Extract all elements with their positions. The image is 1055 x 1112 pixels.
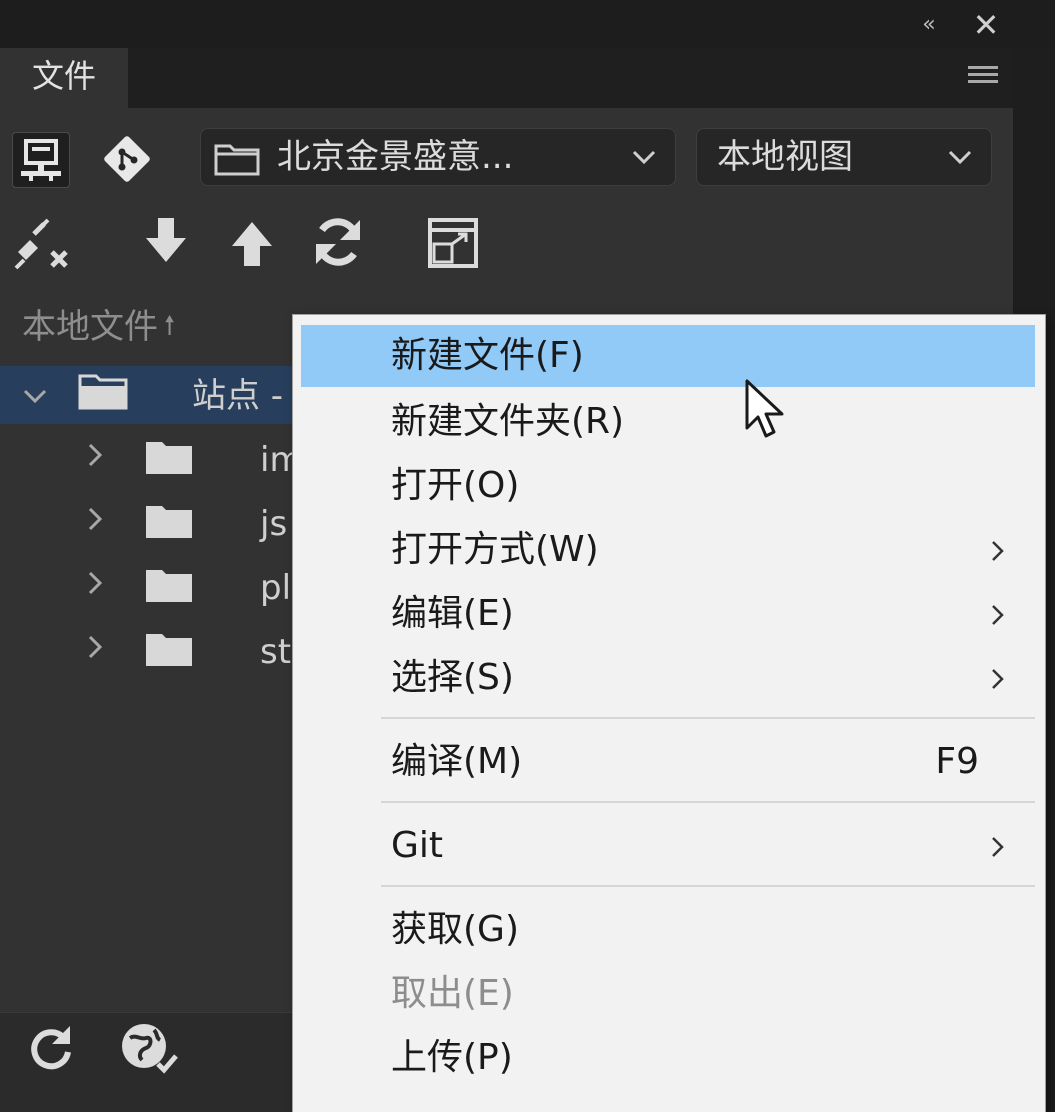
- tree-root-label: 站点 -: [192, 376, 284, 416]
- chevron-right-icon: [992, 837, 1004, 857]
- panel-tab-bar: 文件: [0, 48, 1055, 108]
- tree-item-label[interactable]: pl: [260, 568, 291, 608]
- folder-icon: [146, 570, 192, 602]
- menu-item-label: 取出(E): [391, 973, 514, 1014]
- context-menu: 新建文件(F) 新建文件夹(R) 打开(O) 打开方式(W) 编辑(E) 选择(…: [292, 314, 1046, 1112]
- menu-item-label: 打开方式(W): [391, 529, 599, 570]
- menu-item-open-with[interactable]: 打开方式(W): [301, 519, 1035, 581]
- files-panel: « ✕ 文件 北京金景盛意... 本地视图 本地文件 🠕 站点 - im js …: [0, 0, 1055, 1112]
- put-files-icon[interactable]: [222, 212, 282, 272]
- menu-item-label: 新建文件(F): [391, 335, 584, 376]
- tab-files[interactable]: 文件: [0, 48, 128, 108]
- menu-item-label: 选择(S): [391, 657, 514, 698]
- chevron-right-icon: [992, 605, 1004, 625]
- git-icon[interactable]: [98, 132, 156, 188]
- panel-title-bar: « ✕: [0, 0, 1055, 48]
- menu-item-compile[interactable]: 编译(M) F9: [301, 731, 1035, 793]
- get-files-icon[interactable]: [136, 212, 196, 272]
- menu-item-edit[interactable]: 编辑(E): [301, 583, 1035, 645]
- chevron-down-icon: [948, 150, 972, 165]
- chevron-right-icon[interactable]: [80, 568, 110, 598]
- folder-icon: [146, 634, 192, 666]
- refresh-icon[interactable]: [308, 212, 368, 272]
- disconnect-icon[interactable]: [12, 212, 72, 272]
- menu-item-upload[interactable]: 上传(P): [301, 1027, 1035, 1089]
- view-dropdown-value: 本地视图: [717, 137, 853, 177]
- menu-item-open[interactable]: 打开(O): [301, 455, 1035, 517]
- local-files-label: 本地文件: [22, 307, 158, 347]
- menu-item-git[interactable]: Git: [301, 815, 1035, 877]
- view-dropdown[interactable]: 本地视图: [696, 128, 992, 186]
- menu-item-label: 上传(P): [391, 1037, 513, 1078]
- chevron-right-icon: [992, 669, 1004, 689]
- server-icon[interactable]: [12, 132, 70, 188]
- arrow-up-icon: 🠕: [164, 311, 176, 341]
- chevron-right-icon: [992, 541, 1004, 561]
- tree-item-label[interactable]: js: [260, 504, 287, 544]
- site-dropdown[interactable]: 北京金景盛意...: [200, 128, 676, 186]
- tree-item-label[interactable]: st: [260, 632, 291, 672]
- menu-item-label: 打开(O): [391, 465, 520, 506]
- local-files-header[interactable]: 本地文件 🠕: [22, 300, 175, 353]
- chevron-right-icon[interactable]: [80, 632, 110, 662]
- menu-item-new-file[interactable]: 新建文件(F): [301, 325, 1035, 387]
- menu-item-label: 编译(M): [391, 741, 523, 782]
- mouse-cursor-icon: [745, 379, 784, 438]
- chevron-right-icon[interactable]: [80, 440, 110, 470]
- menu-shortcut: F9: [935, 741, 979, 782]
- menu-separator: [381, 885, 1035, 887]
- chevron-down-icon: [632, 150, 656, 165]
- menu-item-select[interactable]: 选择(S): [301, 647, 1035, 709]
- folder-icon: [214, 144, 260, 176]
- close-icon[interactable]: ✕: [966, 8, 1006, 42]
- panel-menu-icon[interactable]: [968, 66, 998, 88]
- menu-item-label: 新建文件夹(R): [391, 401, 625, 442]
- collapse-panel-icon[interactable]: «: [912, 10, 946, 40]
- folder-icon: [146, 442, 192, 474]
- menu-item-label: Git: [391, 825, 444, 866]
- menu-item-get[interactable]: 获取(G): [301, 899, 1035, 961]
- folder-icon: [146, 506, 192, 538]
- site-dropdown-value: 北京金景盛意...: [277, 137, 514, 177]
- expand-view-icon[interactable]: [422, 212, 482, 272]
- globe-check-icon[interactable]: [116, 1018, 186, 1078]
- refresh-icon[interactable]: [24, 1022, 76, 1074]
- menu-item-new-folder[interactable]: 新建文件夹(R): [301, 391, 1035, 453]
- menu-item-label: 编辑(E): [391, 593, 514, 634]
- menu-separator: [381, 717, 1035, 719]
- menu-item-check-out: 取出(E): [301, 963, 1035, 1025]
- menu-separator: [381, 801, 1035, 803]
- chevron-down-icon[interactable]: [20, 382, 50, 412]
- menu-item-label: 获取(G): [391, 909, 519, 950]
- chevron-right-icon[interactable]: [80, 504, 110, 534]
- folder-open-icon: [78, 374, 128, 410]
